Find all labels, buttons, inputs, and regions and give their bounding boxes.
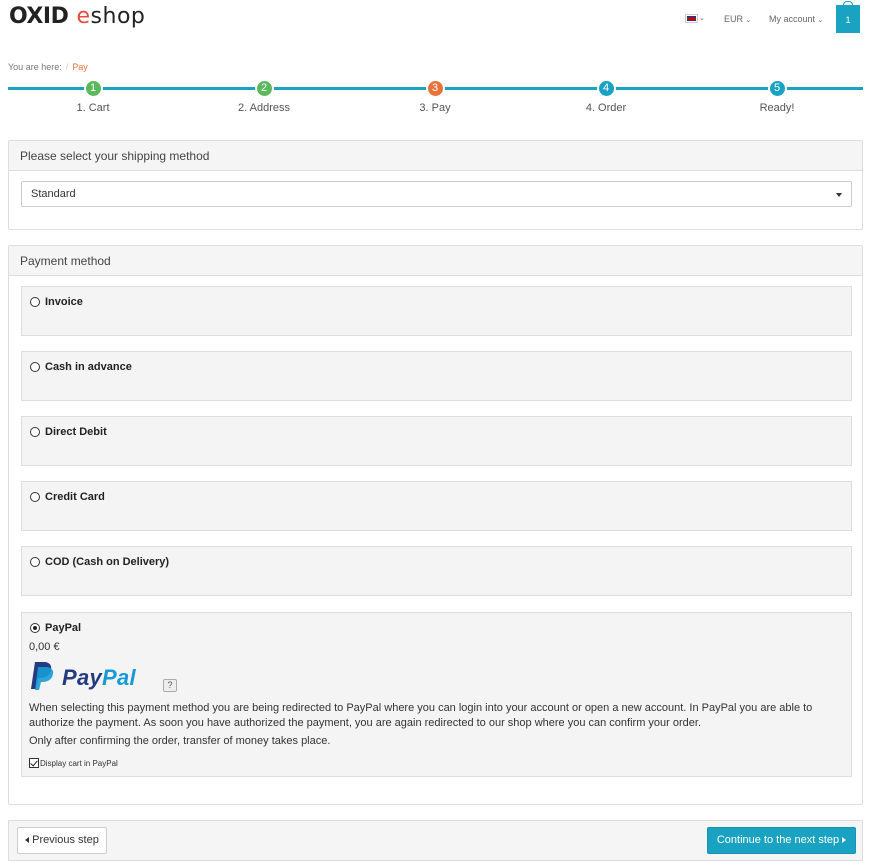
chevron-down-icon: ⌄ — [817, 17, 824, 24]
payment-radio[interactable] — [30, 492, 40, 502]
paypal-icon — [31, 662, 54, 690]
display-cart-checkbox-row[interactable]: Display cart in PayPal — [29, 758, 118, 768]
step-number: 5 — [767, 79, 787, 98]
payment-panel: Payment method Invoice Cash in advance D… — [8, 245, 863, 805]
shipping-selected-value: Standard — [31, 188, 76, 200]
payment-option-label: Cash in advance — [45, 361, 132, 373]
shop-logo[interactable]: OXID eshop — [9, 4, 145, 29]
help-icon[interactable]: ? — [163, 679, 177, 692]
logo-oxid-text: OXID — [9, 4, 69, 29]
shipping-panel: Please select your shipping method Stand… — [8, 140, 863, 230]
header: OXID eshop ⌄ EUR ⌄ My account ⌄ 1 — [0, 0, 871, 48]
payment-option-label: COD (Cash on Delivery) — [45, 556, 170, 568]
paypal-description: When selecting this payment method you a… — [29, 702, 813, 729]
next-step-label: Continue to the next step — [716, 834, 840, 846]
currency-label: EUR — [724, 14, 744, 24]
uk-flag-icon[interactable] — [685, 14, 698, 23]
payment-heading: Payment method — [9, 246, 862, 276]
step-number: 1 — [83, 79, 103, 98]
step-order: 4 4. Order — [556, 79, 656, 114]
next-step-button[interactable]: Continue to the next step — [707, 827, 856, 854]
breadcrumb-current[interactable]: Pay — [72, 62, 88, 72]
previous-step-label: Previous step — [32, 834, 99, 846]
payment-option-direct-debit[interactable]: Direct Debit — [21, 416, 852, 466]
payment-option-label: Invoice — [45, 296, 83, 308]
payment-radio[interactable] — [30, 623, 40, 633]
payment-option-cod[interactable]: COD (Cash on Delivery) — [21, 546, 852, 596]
breadcrumb-prefix: You are here: — [8, 62, 62, 72]
display-cart-checkbox[interactable] — [29, 758, 39, 768]
payment-option-credit-card[interactable]: Credit Card — [21, 481, 852, 531]
chevron-down-icon: ⌄ — [745, 17, 752, 24]
logo-shop-text: shop — [90, 4, 146, 29]
step-label: Ready! — [759, 102, 795, 114]
shipping-heading: Please select your shipping method — [9, 141, 862, 171]
breadcrumb-separator: / — [65, 62, 69, 72]
step-cart[interactable]: 1 1. Cart — [43, 79, 143, 114]
step-label: 4. Order — [585, 102, 627, 114]
currency-selector[interactable]: EUR ⌄ — [724, 14, 751, 24]
paypal-wordmark-pal: Pal — [102, 665, 136, 690]
shipping-method-select[interactable]: Standard — [21, 181, 852, 207]
paypal-note: Only after confirming the order, transfe… — [29, 735, 331, 747]
caret-right-icon — [842, 837, 847, 843]
payment-radio[interactable] — [30, 297, 40, 307]
payment-radio[interactable] — [30, 427, 40, 437]
paypal-wordmark-pay: Pay — [62, 665, 103, 690]
payment-radio[interactable] — [30, 362, 40, 372]
payment-option-paypal[interactable]: PayPal 0,00 € PayPal ? When selecting th… — [21, 612, 852, 777]
step-pay: 3 3. Pay — [385, 79, 485, 114]
caret-down-icon — [836, 193, 842, 197]
cart-button[interactable]: 1 — [836, 1, 860, 33]
step-address[interactable]: 2 2. Address — [214, 79, 314, 114]
payment-option-invoice[interactable]: Invoice — [21, 286, 852, 336]
step-label: 2. Address — [238, 102, 290, 114]
cart-count-badge: 1 — [845, 15, 851, 25]
payment-option-cash-in-advance[interactable]: Cash in advance — [21, 351, 852, 401]
language-chevron-down-icon[interactable]: ⌄ — [699, 14, 705, 22]
step-number: 4 — [596, 79, 616, 98]
caret-left-icon — [25, 837, 30, 843]
account-menu[interactable]: My account ⌄ — [769, 14, 823, 24]
step-ready: 5 Ready! — [727, 79, 827, 114]
step-number: 2 — [254, 79, 274, 98]
step-label: 1. Cart — [76, 102, 110, 114]
display-cart-label: Display cart in PayPal — [40, 759, 118, 768]
payment-radio[interactable] — [30, 557, 40, 567]
payment-option-label: Credit Card — [45, 491, 105, 503]
logo-e-text: e — [76, 4, 91, 29]
previous-step-button[interactable]: Previous step — [17, 827, 107, 854]
account-label: My account — [769, 14, 816, 24]
step-label: 3. Pay — [419, 102, 451, 114]
paypal-amount: 0,00 € — [29, 641, 60, 653]
step-number: 3 — [425, 79, 445, 98]
paypal-wordmark: PayPal — [62, 665, 136, 691]
step-navigation: Previous step Continue to the next step — [8, 820, 863, 861]
breadcrumb: You are here: / Pay — [8, 62, 88, 72]
payment-option-label: PayPal — [45, 622, 82, 634]
payment-option-label: Direct Debit — [45, 426, 107, 438]
